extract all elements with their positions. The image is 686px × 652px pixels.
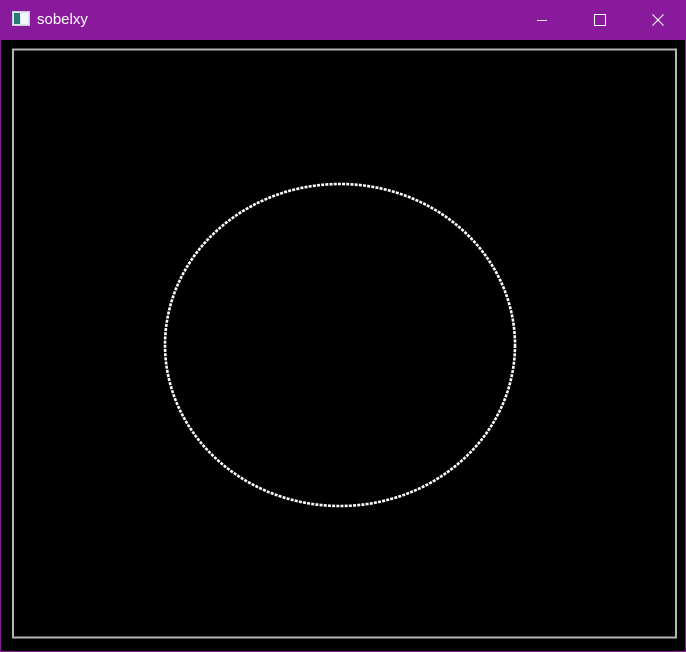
image-background	[1, 40, 685, 651]
maximize-icon	[594, 14, 606, 26]
app-window: sobelxy	[0, 0, 686, 652]
window-title: sobelxy	[37, 11, 88, 28]
window-controls	[513, 0, 686, 40]
close-button[interactable]	[629, 0, 686, 40]
maximize-button[interactable]	[571, 0, 629, 40]
image-canvas	[1, 40, 685, 651]
minimize-icon	[536, 14, 548, 26]
sobel-image	[1, 40, 685, 651]
close-icon	[652, 14, 664, 26]
app-icon	[12, 11, 30, 26]
title-bar[interactable]: sobelxy	[1, 0, 686, 40]
minimize-button[interactable]	[513, 0, 571, 40]
